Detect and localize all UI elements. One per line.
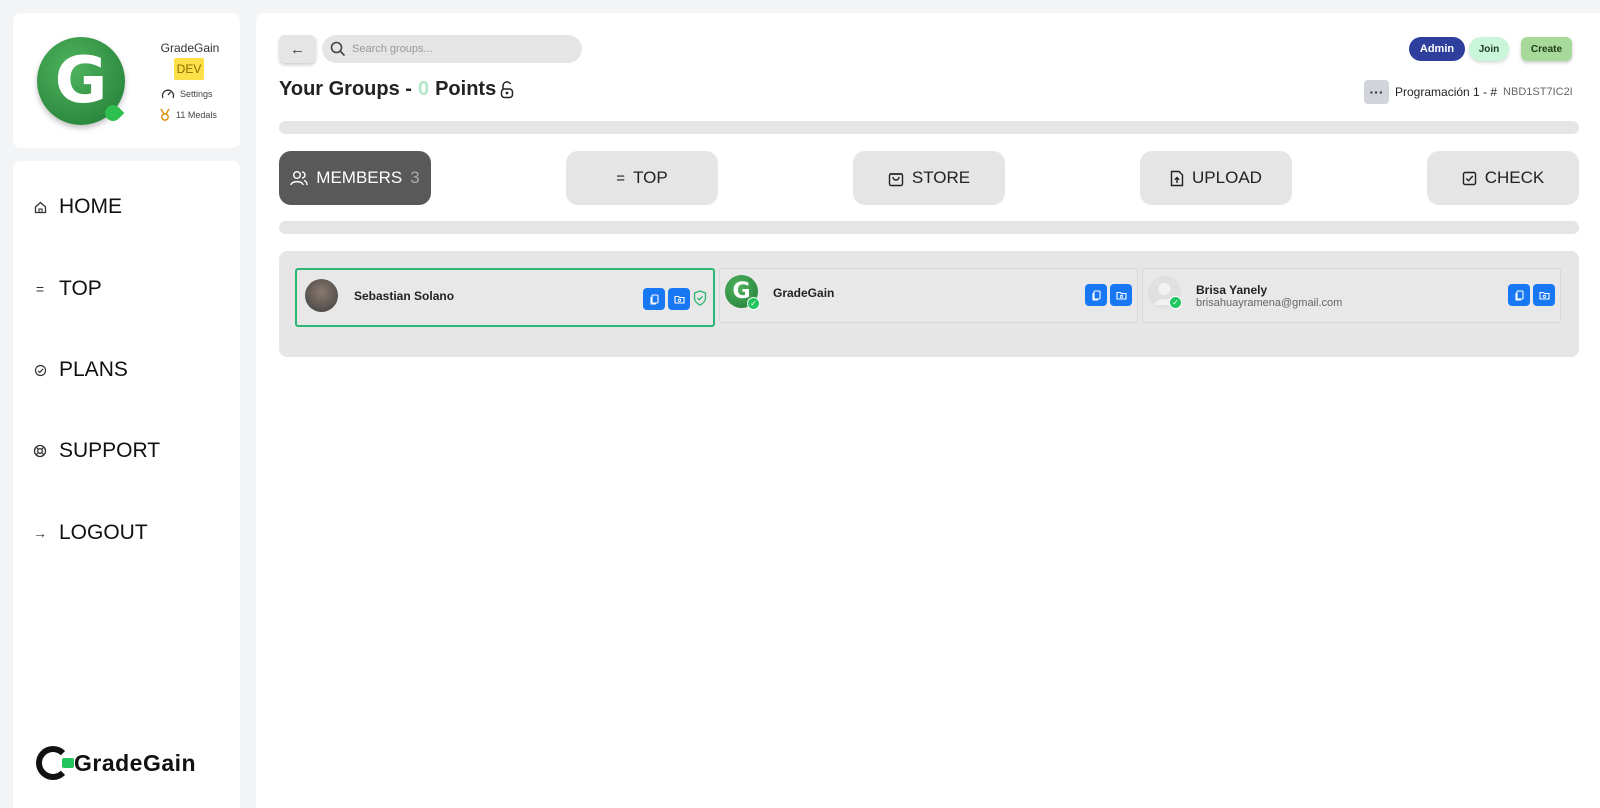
file-upload-icon <box>1170 170 1184 186</box>
progress-bar-bottom <box>279 221 1579 234</box>
arrow-right-icon: → <box>33 525 47 541</box>
unlock-icon <box>500 80 514 98</box>
member-card[interactable]: Sebastian Solano <box>295 268 715 327</box>
folder-icon <box>1538 291 1550 300</box>
medals-link[interactable]: 11 Medals <box>159 108 217 121</box>
member-name: Sebastian Solano <box>354 289 455 303</box>
tab-label: UPLOAD <box>1192 168 1262 187</box>
progress-bar-top <box>279 121 1579 134</box>
lifebuoy-icon <box>33 444 47 458</box>
sidebar-item-label: PLANS <box>59 358 128 381</box>
shield-check-icon <box>693 290 707 306</box>
tab-check[interactable]: CHECK <box>1427 151 1579 205</box>
member-card[interactable]: ✓ Brisa Yanely brisahuayramena@gmail.com <box>1142 268 1561 323</box>
search-input[interactable] <box>352 43 572 55</box>
brand-logo: GradeGain <box>36 746 196 780</box>
tab-label: MEMBERS <box>316 168 403 187</box>
sidebar-item-home[interactable]: HOME <box>33 187 122 227</box>
badge-check-icon <box>33 364 47 377</box>
group-name: Programación 1 - # <box>1395 85 1498 99</box>
more-options-button[interactable]: ··· <box>1364 80 1389 104</box>
medal-icon <box>160 108 170 121</box>
profile-card: G GradeGain DEV Settings 11 Medals <box>13 13 240 148</box>
member-name: GradeGain <box>773 286 835 300</box>
admin-button[interactable]: Admin <box>1409 37 1465 61</box>
copy-icon <box>1091 289 1101 301</box>
group-code[interactable]: NBD1ST7IC2I <box>1503 86 1573 98</box>
search-box[interactable] <box>322 35 582 63</box>
shopping-bag-icon <box>888 172 904 186</box>
tab-label: CHECK <box>1484 168 1545 187</box>
ellipsis-icon: ··· <box>1369 84 1384 100</box>
settings-link[interactable]: Settings <box>161 88 213 100</box>
copy-icon <box>649 293 659 305</box>
equals-icon: = <box>616 169 626 187</box>
folder-button[interactable] <box>1533 284 1555 306</box>
tab-label: TOP <box>633 168 668 187</box>
members-count: 3 <box>410 168 420 187</box>
folder-button[interactable] <box>1110 284 1132 306</box>
sidebar-item-label: SUPPORT <box>59 439 161 462</box>
create-button[interactable]: Create <box>1521 37 1572 61</box>
group-info: ··· Programación 1 - # NBD1ST7IC2I <box>1364 80 1573 104</box>
avatar <box>305 279 338 312</box>
profile-name: GradeGain <box>160 41 220 55</box>
copy-button[interactable] <box>1508 284 1530 306</box>
tab-upload[interactable]: UPLOAD <box>1140 151 1292 205</box>
title-prefix: Your Groups - <box>279 78 412 100</box>
search-icon <box>330 41 346 57</box>
settings-label: Settings <box>180 89 213 99</box>
check-square-icon <box>1462 171 1476 185</box>
folder-icon <box>673 295 685 304</box>
gauge-icon <box>161 89 175 99</box>
brand-mark-icon <box>36 746 74 780</box>
verified-icon: ✓ <box>747 297 760 310</box>
sidebar-item-top[interactable]: = TOP <box>33 269 102 309</box>
dev-badge: DEV <box>174 58 204 80</box>
users-icon <box>290 171 308 186</box>
member-email: brisahuayramena@gmail.com <box>1196 297 1343 309</box>
brand-name: GradeGain <box>74 749 197 776</box>
tab-label: STORE <box>911 168 971 187</box>
sidebar-item-plans[interactable]: PLANS <box>33 350 128 390</box>
folder-icon <box>1115 291 1127 300</box>
profile-avatar[interactable]: G <box>37 37 125 125</box>
tab-members[interactable]: MEMBERS 3 <box>279 151 431 205</box>
sidebar-item-label: HOME <box>59 195 122 218</box>
sidebar-item-label: TOP <box>59 277 102 300</box>
sidebar-nav <box>13 161 240 808</box>
sidebar-item-logout[interactable]: → LOGOUT <box>33 513 148 553</box>
equals-icon: = <box>35 281 45 297</box>
medals-label: 11 Medals <box>176 109 217 120</box>
folder-button[interactable] <box>668 288 690 310</box>
sidebar-item-label: LOGOUT <box>59 521 148 544</box>
sidebar-item-support[interactable]: SUPPORT <box>33 431 160 471</box>
member-card[interactable]: G ✓ GradeGain <box>719 268 1138 323</box>
copy-button[interactable] <box>1085 284 1107 306</box>
join-button[interactable]: Join <box>1469 37 1509 61</box>
back-button[interactable]: ← <box>279 35 316 63</box>
points-value: 0 <box>417 78 430 100</box>
verified-icon: ✓ <box>1169 296 1182 309</box>
page-title: Your Groups - 0 Points <box>279 78 515 101</box>
tab-top[interactable]: = TOP <box>566 151 718 205</box>
copy-button[interactable] <box>643 288 665 310</box>
tab-store[interactable]: STORE <box>853 151 1005 205</box>
arrow-left-icon: ← <box>290 40 305 58</box>
copy-icon <box>1514 289 1524 301</box>
home-icon <box>33 201 47 214</box>
member-name: Brisa Yanely <box>1196 283 1268 297</box>
title-suffix: Points <box>435 78 497 100</box>
